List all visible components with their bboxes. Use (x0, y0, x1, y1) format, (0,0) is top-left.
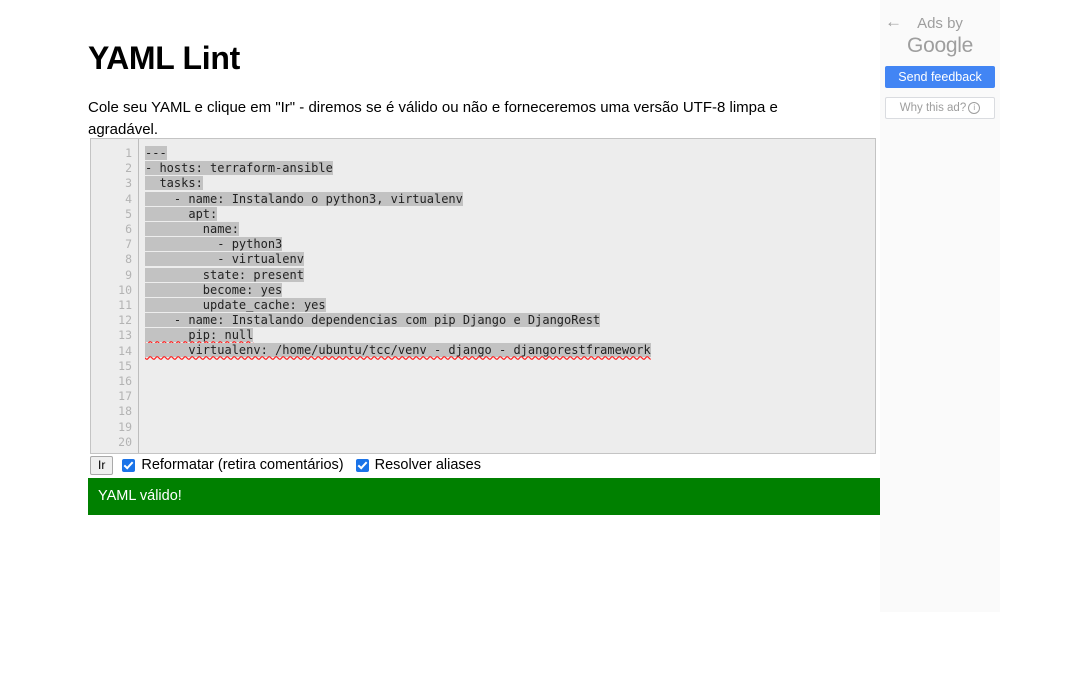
google-ads-panel: ← Ads by Google Send feedback Why this a… (880, 0, 1000, 612)
ads-by-label: Ads by (917, 15, 963, 32)
code-line: pip: null (145, 328, 875, 343)
line-number: 6 (125, 222, 132, 237)
line-number: 2 (125, 161, 132, 176)
checkbox-reformat[interactable] (122, 458, 136, 472)
code-line-text: - name: Instalando o python3, virtualenv (145, 191, 463, 206)
intro-paragraph: Cole seu YAML e clique em "Ir" - diremos… (88, 99, 778, 138)
code-line-text: state: present (145, 267, 304, 282)
code-line-text: update_cache: yes (145, 297, 326, 312)
checkbox-resolve-aliases-label: Resolver aliases (374, 457, 481, 473)
line-number: 12 (118, 313, 132, 328)
checkbox-reformat-label: Reformatar (retira comentários) (141, 457, 344, 473)
line-number: 18 (118, 404, 132, 419)
code-line: name: (145, 221, 875, 237)
status-message: YAML válido! (98, 488, 182, 504)
info-icon: i (968, 102, 981, 114)
code-input-area[interactable]: --- - hosts: terraform-ansible tasks: - n… (139, 139, 875, 453)
why-this-ad-button[interactable]: Why this ad? i (885, 97, 995, 119)
code-line: --- (145, 146, 875, 161)
line-number-gutter: 1 2 3 4 5 6 7 8 9 10 11 12 13 14 15 16 17 18 19 20 (91, 139, 139, 453)
line-number: 13 (118, 328, 132, 343)
controls-row: Ir Reformatar (retira comentários) Resol… (90, 455, 880, 475)
send-feedback-button[interactable]: Send feedback (885, 66, 995, 88)
line-number: 4 (125, 191, 132, 206)
checkbox-resolve-aliases[interactable] (355, 458, 369, 472)
line-number: 19 (118, 419, 132, 434)
line-number: 3 (125, 176, 132, 191)
code-line: - virtualenv (145, 252, 875, 267)
why-this-ad-label: Why this ad? (899, 102, 967, 114)
status-banner: YAML válido! (88, 478, 880, 515)
line-number: 11 (118, 298, 132, 313)
line-number: 10 (118, 282, 132, 297)
line-number: 7 (125, 237, 132, 252)
line-number: 1 (125, 146, 132, 160)
code-line: apt: (145, 206, 875, 222)
page-title: YAML Lint (88, 40, 240, 77)
code-line-text: virtualenv: /home/ubuntu/tcc/venv - djan… (145, 343, 651, 358)
line-number: 15 (118, 358, 132, 373)
google-logo: Google (907, 34, 973, 57)
code-line-text: - hosts: terraform-ansible (145, 161, 333, 176)
code-line-text: --- (145, 146, 167, 160)
code-line: virtualenv: /home/ubuntu/tcc/venv - djan… (145, 343, 875, 358)
code-line-text: apt: (145, 206, 218, 221)
line-number: 8 (125, 252, 132, 267)
line-number: 14 (118, 343, 132, 358)
go-button[interactable]: Ir (90, 455, 114, 475)
line-number: 9 (125, 267, 132, 282)
main-content: YAML Lint Cole seu YAML e clique em "Ir"… (0, 0, 880, 690)
code-line-text: name: (145, 221, 239, 236)
line-number: 20 (118, 434, 132, 449)
code-line-text: tasks: (145, 176, 203, 191)
yaml-editor[interactable]: 1 2 3 4 5 6 7 8 9 10 11 12 13 14 15 16 17 18 19 20 --- - hos… (90, 138, 876, 454)
line-number: 17 (118, 389, 132, 404)
checkbox-reformat-group[interactable]: Reformatar (retira comentários) (122, 457, 344, 473)
code-line-text: - name: Instalando dependencias com pip … (145, 313, 601, 328)
code-line-text: pip: null (145, 328, 254, 343)
line-number: 5 (125, 206, 132, 221)
code-line: - python3 (145, 237, 875, 252)
code-line: tasks: (145, 176, 875, 191)
code-line-text: - python3 (145, 237, 283, 252)
code-line: - name: Instalando o python3, virtualenv (145, 191, 875, 207)
code-line: - hosts: terraform-ansible (145, 161, 875, 176)
line-number: 16 (118, 374, 132, 389)
code-line: - name: Instalando dependencias com pip … (145, 313, 875, 328)
code-line: update_cache: yes (145, 297, 875, 313)
checkbox-aliases-group[interactable]: Resolver aliases (355, 457, 481, 473)
code-line-text: - virtualenv (145, 252, 304, 267)
code-line: state: present (145, 267, 875, 283)
code-line: become: yes (145, 282, 875, 298)
code-line-text: become: yes (145, 282, 283, 297)
